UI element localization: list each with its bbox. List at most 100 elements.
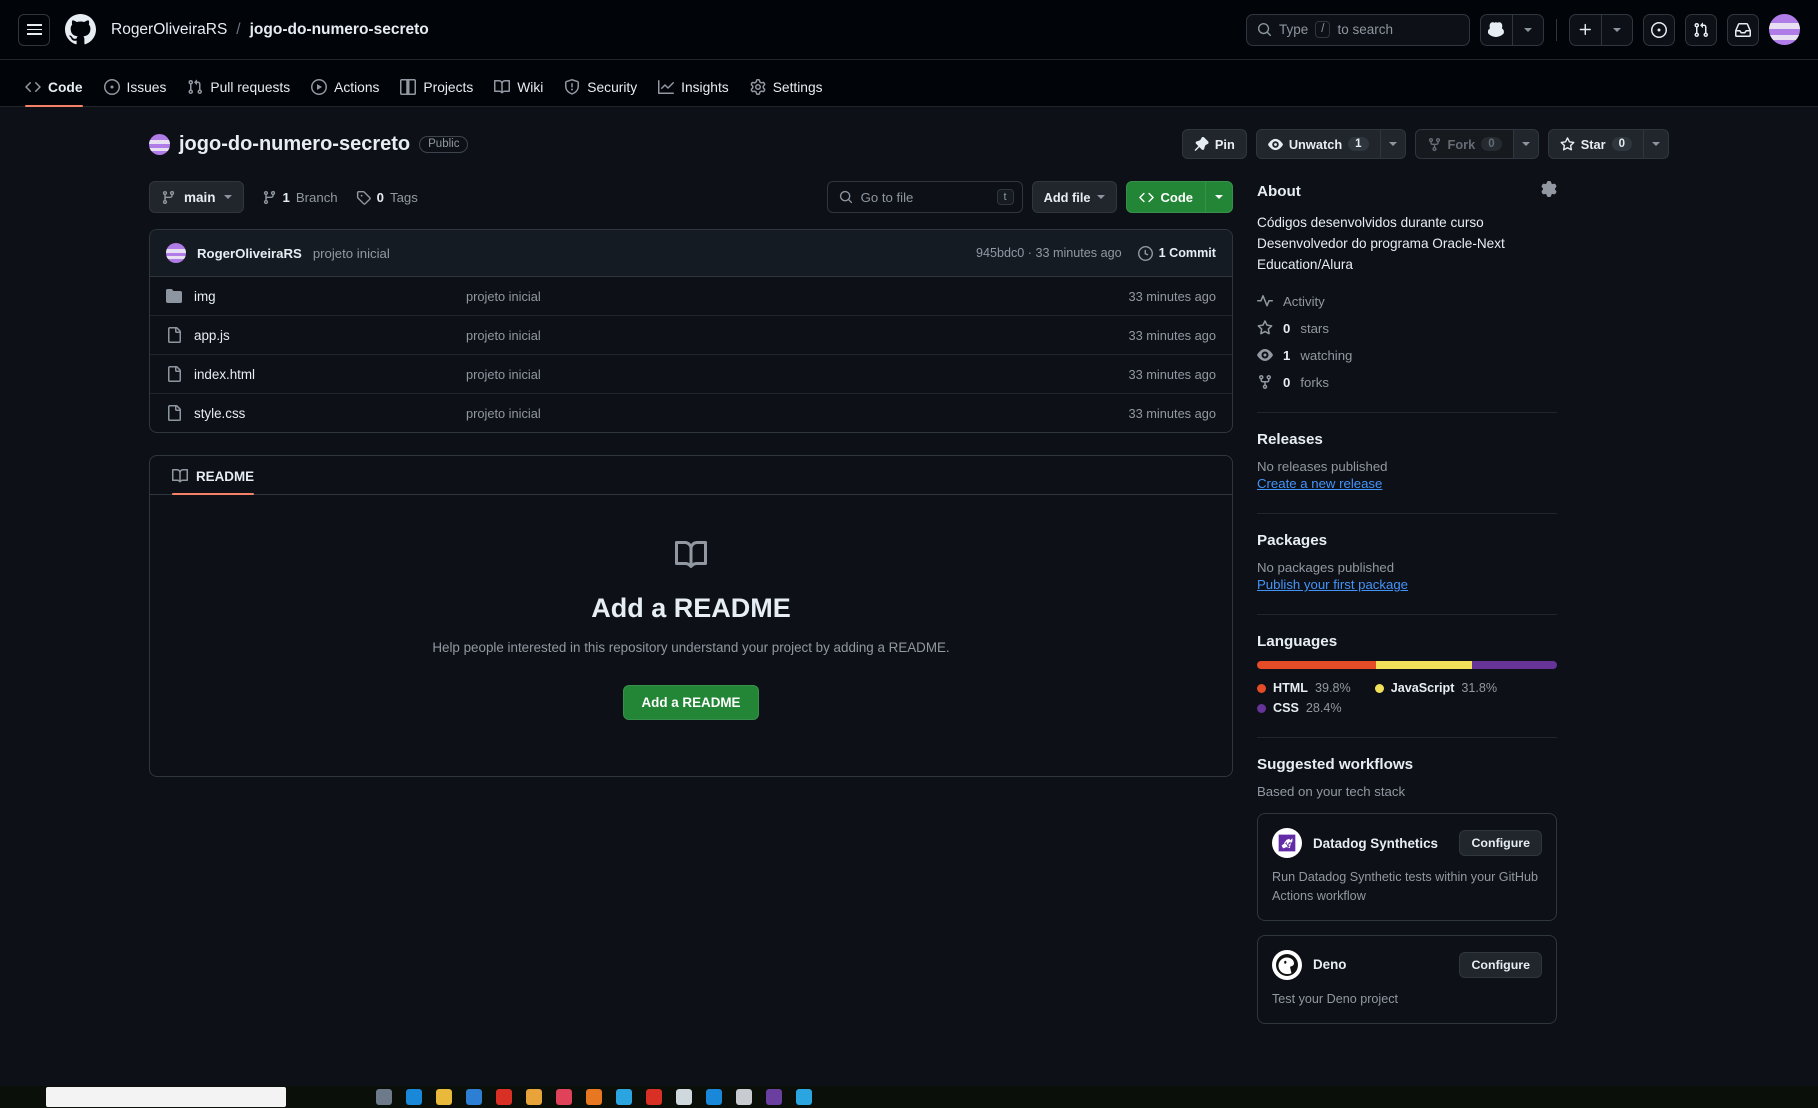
unwatch-button[interactable]: Unwatch 1 [1255, 129, 1381, 159]
language-bar-segment-javascript[interactable] [1376, 661, 1472, 670]
taskbar-icon-edge[interactable] [406, 1089, 422, 1105]
git-pull-request-icon[interactable] [1685, 13, 1717, 46]
pin-label: Pin [1214, 136, 1235, 152]
taskbar-icon-explorer[interactable] [436, 1089, 452, 1105]
commit-time: 33 minutes ago [1035, 246, 1122, 260]
taskbar-search[interactable] [46, 1087, 286, 1107]
breadcrumb-repo[interactable]: jogo-do-numero-secreto [250, 21, 429, 39]
language-bar-segment-html[interactable] [1257, 661, 1377, 670]
commit-message[interactable]: projeto inicial [313, 246, 390, 261]
tab-settings-label: Settings [772, 79, 823, 95]
go-to-file-input[interactable]: Go to file t [826, 181, 1023, 213]
taskbar-icon-app-3[interactable] [556, 1089, 572, 1105]
star-button[interactable]: Star 0 [1547, 129, 1644, 159]
file-row-commit[interactable]: projeto inicial [466, 289, 1128, 304]
file-row-name[interactable]: index.html [166, 366, 466, 382]
commit-count-link[interactable]: 1 Commit [1137, 245, 1216, 261]
file-toolbar-actions: Go to file t Add file Code [826, 181, 1233, 213]
branch-selector[interactable]: main [149, 181, 244, 213]
file-row-commit[interactable]: projeto inicial [466, 328, 1128, 343]
add-readme-button[interactable]: Add a README [622, 685, 760, 720]
star-dropdown-caret-icon[interactable] [1644, 129, 1669, 159]
configure-button-deno[interactable]: Configure [1459, 951, 1542, 978]
taskbar-icon-app-7[interactable] [676, 1089, 692, 1105]
tab-readme[interactable]: README [164, 466, 262, 495]
stars-link[interactable]: 0 stars [1257, 320, 1557, 336]
search-placeholder-prefix: Type [1279, 22, 1309, 37]
commit-sha[interactable]: 945bdc0 [976, 246, 1024, 260]
table-row[interactable]: index.html projeto inicial 33 minutes ag… [150, 355, 1232, 394]
page-title[interactable]: jogo-do-numero-secreto [179, 133, 410, 156]
breadcrumb-owner[interactable]: RogerOliveiraRS [111, 21, 227, 39]
taskbar-icon-app-2[interactable] [526, 1089, 542, 1105]
tab-wiki[interactable]: Wiki [485, 79, 552, 106]
taskbar-icon-taskview[interactable] [376, 1089, 392, 1105]
taskbar-icon-app-6[interactable] [646, 1089, 662, 1105]
forks-count: 0 [1283, 374, 1291, 390]
file-row-name[interactable]: img [166, 288, 466, 304]
table-row[interactable]: app.js projeto inicial 33 minutes ago [150, 316, 1232, 355]
fork-button[interactable]: Fork 0 [1414, 129, 1514, 159]
file-row-commit[interactable]: projeto inicial [466, 406, 1128, 421]
branch-name: main [184, 189, 216, 205]
watching-count: 1 [1283, 347, 1291, 363]
plus-icon[interactable] [1569, 13, 1601, 46]
releases-empty-text: No releases published [1257, 459, 1388, 475]
code-button[interactable]: Code [1125, 181, 1205, 213]
copilot-dropdown-caret-icon[interactable] [1512, 13, 1544, 46]
tab-projects[interactable]: Projects [391, 79, 482, 106]
file-row-commit[interactable]: projeto inicial [466, 367, 1128, 382]
activity-link[interactable]: Activity [1257, 293, 1557, 309]
tab-projects-label: Projects [423, 79, 474, 95]
tag-count-link[interactable]: 0 Tags [356, 190, 418, 205]
copilot-icon[interactable] [1480, 13, 1512, 46]
create-new-dropdown-caret-icon[interactable] [1601, 13, 1633, 46]
tab-pull-requests[interactable]: Pull requests [178, 79, 299, 106]
file-row-name[interactable]: app.js [166, 327, 466, 343]
taskbar-icon-app-11[interactable] [796, 1089, 812, 1105]
taskbar-icon-media[interactable] [466, 1089, 482, 1105]
add-file-button[interactable]: Add file [1031, 181, 1117, 213]
table-row[interactable]: style.css projeto inicial 33 minutes ago [150, 394, 1232, 432]
tab-issues[interactable]: Issues [95, 79, 176, 106]
forks-link[interactable]: 0 forks [1257, 374, 1557, 390]
branch-count-link[interactable]: 1 Branch [262, 190, 338, 205]
taskbar-icon-app-8[interactable] [706, 1089, 722, 1105]
create-release-link[interactable]: Create a new release [1257, 476, 1557, 491]
taskbar-icon-app-4[interactable] [586, 1089, 602, 1105]
github-mark-icon[interactable] [64, 13, 97, 46]
file-label: index.html [194, 366, 256, 382]
file-label: app.js [194, 327, 230, 343]
issue-opened-icon[interactable] [1643, 13, 1675, 46]
taskbar-icon-app-9[interactable] [736, 1089, 752, 1105]
hamburger-icon[interactable] [18, 13, 50, 46]
language-bar-segment-css[interactable] [1471, 661, 1557, 670]
search-input[interactable]: Type / to search [1246, 13, 1470, 46]
watch-dropdown-caret-icon[interactable] [1380, 129, 1406, 159]
gear-icon[interactable] [1541, 181, 1557, 201]
fork-dropdown-caret-icon[interactable] [1513, 129, 1539, 159]
language-item-javascript[interactable]: JavaScript 31.8% [1374, 681, 1498, 696]
avatar[interactable] [1769, 14, 1800, 45]
configure-button-datadog[interactable]: Configure [1459, 830, 1542, 857]
tab-code[interactable]: Code [16, 79, 92, 107]
language-percent-javascript: 31.8% [1461, 681, 1498, 696]
taskbar-icon-app-5[interactable] [616, 1089, 632, 1105]
commit-author[interactable]: RogerOliveiraRS [197, 246, 302, 261]
tab-security[interactable]: Security [555, 79, 646, 106]
tab-settings[interactable]: Settings [741, 79, 832, 106]
code-dropdown-caret-icon[interactable] [1205, 181, 1233, 213]
taskbar-icon-app-10[interactable] [766, 1089, 782, 1105]
pin-button[interactable]: Pin [1181, 129, 1247, 159]
table-row[interactable]: img projeto inicial 33 minutes ago [150, 277, 1232, 316]
taskbar-icon-app-1[interactable] [496, 1089, 512, 1105]
language-item-html[interactable]: HTML 39.8% [1257, 681, 1351, 695]
tab-actions[interactable]: Actions [302, 79, 388, 106]
watching-link[interactable]: 1 watching [1257, 347, 1557, 363]
language-item-css[interactable]: CSS 28.4% [1257, 701, 1342, 715]
inbox-icon[interactable] [1727, 13, 1759, 46]
tab-insights[interactable]: Insights [649, 79, 738, 106]
file-row-name[interactable]: style.css [166, 405, 466, 421]
publish-package-link[interactable]: Publish your first package [1257, 577, 1557, 592]
repo-content-column: main 1 Branch 0 Tags Go to file t Add fi… [149, 181, 1233, 1038]
